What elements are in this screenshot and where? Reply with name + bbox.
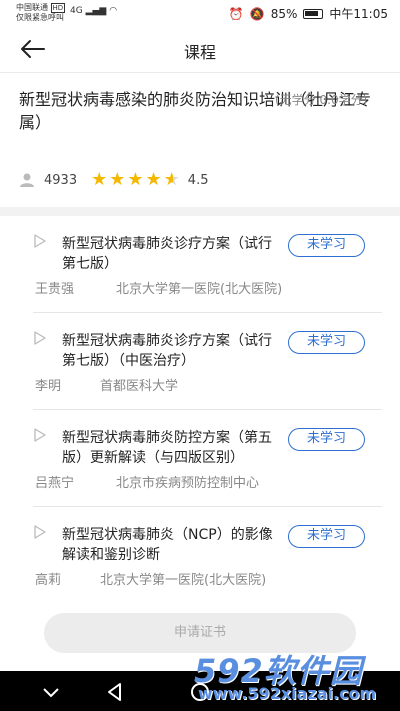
lecturer-name: 王贵强	[35, 282, 75, 297]
lecturer-institution: 首都医科大学	[100, 379, 179, 394]
person-icon	[20, 173, 34, 187]
lesson-title: 新型冠状病毒肺炎诊疗方案（试行第七版）（中医治疗）	[62, 333, 272, 369]
lecturer-institution: 北京大学第一医院(北大医院)	[100, 573, 267, 588]
rating-value: 4.5	[187, 172, 209, 188]
learner-count: 4933	[44, 172, 78, 188]
lecturer-institution: 北京市疾病预防控制中心	[116, 476, 260, 491]
play-icon	[34, 428, 46, 442]
lesson-title: 新型冠状病毒肺炎诊疗方案（试行第七版）	[62, 236, 272, 272]
study-status-button[interactable]: 未学习	[288, 428, 365, 451]
mute-icon: 🔕	[249, 6, 265, 21]
study-status-button[interactable]: 未学习	[288, 331, 365, 354]
play-icon	[34, 234, 46, 248]
rating-stars: ★ ★ ★ ★ ★	[91, 171, 180, 189]
star-icon: ★	[145, 169, 162, 190]
lesson-item[interactable]: 新型冠状病毒肺炎诊疗方案（试行第七版） 未学习 王贵强 北京大学第一医院(北大医…	[0, 216, 400, 313]
lecturer-institution: 北京大学第一医院(北大医院)	[116, 282, 283, 297]
star-icon: ★	[109, 169, 126, 190]
battery-percent: 85%	[270, 6, 298, 21]
lesson-title: 新型冠状病毒肺炎（NCP）的影像解读和鉴别诊断	[62, 527, 273, 563]
status-right: ⏰ 🔕 85% 中午11:05	[229, 5, 388, 22]
chevron-down-icon[interactable]	[40, 681, 62, 703]
status-bar: 中国联通 HD 仅限紧急呼叫 4G ▂▄▆ ◠ ⏰ 🔕 85% 中午11:05	[0, 0, 400, 26]
clock: 中午11:05	[329, 7, 388, 21]
watermark-url: www.592xiazai.com	[198, 684, 377, 703]
study-status-button[interactable]: 未学习	[288, 234, 365, 257]
half-star-icon: ★	[163, 169, 180, 190]
header-divider	[0, 72, 400, 73]
signal-icon: 4G ▂▄▆ ◠	[70, 6, 118, 16]
page-title: 课程	[183, 43, 216, 62]
emergency-label: 仅限紧急呼叫	[16, 13, 64, 22]
hd-badge: HD	[50, 3, 66, 13]
alarm-icon: ⏰	[228, 6, 244, 21]
lecturer-name: 吕燕宁	[35, 476, 75, 491]
lecturer-name: 高莉	[35, 573, 62, 588]
lecturer-name: 李明	[35, 379, 62, 394]
carrier-info: 中国联通 HD 仅限紧急呼叫	[16, 3, 66, 23]
star-icon: ★	[127, 169, 144, 190]
lesson-item[interactable]: 新型冠状病毒肺炎（NCP）的影像解读和鉴别诊断 未学习 高莉 北京大学第一医院(…	[0, 507, 400, 604]
study-status-button[interactable]: 未学习	[288, 525, 365, 548]
app-header: 课程	[0, 26, 400, 72]
network-label: 4G	[70, 6, 83, 16]
course-credit: (无学分 0.0学分)	[275, 93, 368, 107]
watermark-logo: 592软件园 www.592xiazai.com	[194, 644, 394, 706]
play-icon	[34, 525, 46, 539]
section-gap	[0, 207, 400, 216]
battery-icon	[303, 8, 324, 19]
carrier-label: 中国联通	[16, 3, 48, 12]
lesson-title: 新型冠状病毒肺炎防控方案（第五版）更新解读（与四版区别）	[62, 430, 272, 466]
course-meta: 4933 ★ ★ ★ ★ ★ 4.5	[19, 170, 208, 190]
play-icon	[34, 331, 46, 345]
star-icon: ★	[91, 169, 108, 190]
nav-back-icon[interactable]	[104, 681, 126, 703]
lesson-item[interactable]: 新型冠状病毒肺炎诊疗方案（试行第七版）（中医治疗） 未学习 李明 首都医科大学	[0, 313, 400, 410]
lesson-item[interactable]: 新型冠状病毒肺炎防控方案（第五版）更新解读（与四版区别） 未学习 吕燕宁 北京市…	[0, 410, 400, 507]
